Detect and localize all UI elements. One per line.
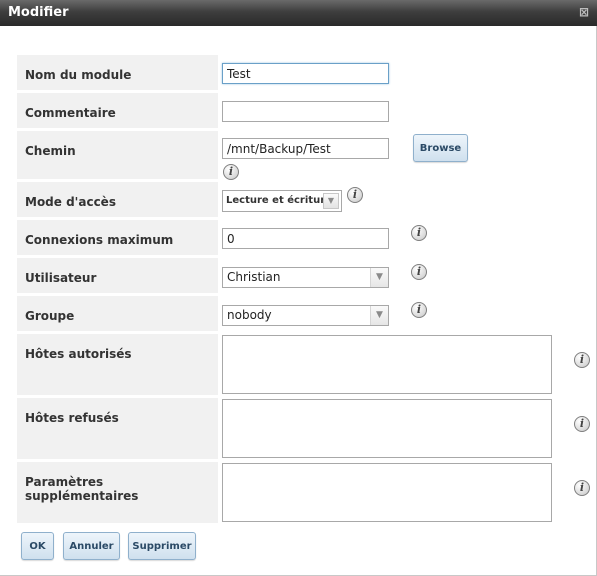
hosts-deny-textarea[interactable] [222,399,552,458]
delete-button[interactable]: Supprimer [128,532,196,560]
group-value-cell: nobody ▼ i [218,296,588,331]
path-label: Chemin [25,144,76,158]
user-value-cell: Christian ▼ i [218,258,588,293]
path-label-cell: Chemin [17,131,218,179]
group-label-cell: Groupe [17,296,218,331]
row-hosts-deny: Hôtes refusés i [17,398,590,459]
user-value: Christian [227,270,281,284]
access-mode-label: Mode d'accès [25,195,116,209]
hosts-allow-value-cell: i [218,334,590,395]
extra-params-info-icon[interactable]: i [574,480,590,496]
user-label: Utilisateur [25,271,97,285]
chevron-down-icon: ▼ [370,268,388,287]
module-name-label-cell: Nom du module [17,55,218,90]
module-name-label: Nom du module [25,68,132,82]
row-extra-params: Paramètres supplémentaires i [17,462,590,523]
user-label-cell: Utilisateur [17,258,218,293]
comment-value-cell [218,93,588,128]
module-form: Nom du module Commentaire Chemin Browse … [17,52,590,526]
row-max-connections: Connexions maximum i [17,220,588,255]
max-connections-label-cell: Connexions maximum [17,220,218,255]
path-info-icon[interactable]: i [223,164,239,180]
dialog-title-bar: Modifier ⊠ [0,0,597,26]
access-mode-select[interactable]: Lecture et écriture ▼ [222,190,342,212]
chevron-down-icon: ▼ [370,306,388,325]
max-connections-value-cell: i [218,220,588,255]
extra-params-textarea[interactable] [222,463,552,522]
hosts-deny-info-icon[interactable]: i [574,416,590,432]
hosts-deny-label-cell: Hôtes refusés [17,398,218,459]
hosts-deny-value-cell: i [218,398,590,459]
comment-label: Commentaire [25,106,116,120]
modifier-dialog: Modifier ⊠ Nom du module Commentaire Che… [0,0,597,576]
comment-label-cell: Commentaire [17,93,218,128]
max-connections-info-icon[interactable]: i [411,225,427,241]
row-module-name: Nom du module [17,55,588,90]
row-user: Utilisateur Christian ▼ i [17,258,588,293]
dialog-title: Modifier [8,5,69,20]
row-hosts-allow: Hôtes autorisés i [17,334,590,395]
row-comment: Commentaire [17,93,588,128]
comment-input[interactable] [222,101,389,122]
row-path: Chemin Browse i [17,131,588,180]
extra-params-label: Paramètres supplémentaires [25,475,139,503]
user-select[interactable]: Christian ▼ [222,267,389,288]
extra-params-label-cell: Paramètres supplémentaires [17,462,218,523]
group-select[interactable]: nobody ▼ [222,305,389,326]
browse-button[interactable]: Browse [413,134,468,162]
group-label: Groupe [25,309,75,323]
close-icon[interactable]: ⊠ [578,6,590,18]
group-value: nobody [227,308,272,322]
row-group: Groupe nobody ▼ i [17,296,588,331]
max-connections-label: Connexions maximum [25,233,174,247]
access-mode-info-icon[interactable]: i [347,187,363,203]
module-name-value-cell [218,55,588,90]
hosts-allow-label-cell: Hôtes autorisés [17,334,218,395]
access-mode-value: Lecture et écriture [226,195,332,206]
access-mode-value-cell: Lecture et écriture ▼ i [218,182,588,217]
row-access-mode: Mode d'accès Lecture et écriture ▼ i [17,182,588,217]
extra-params-value-cell: i [218,462,590,523]
max-connections-input[interactable] [222,228,389,249]
cancel-button[interactable]: Annuler [63,532,120,560]
path-input[interactable] [222,138,389,159]
access-mode-label-cell: Mode d'accès [17,182,218,217]
hosts-allow-info-icon[interactable]: i [574,352,590,368]
hosts-allow-label: Hôtes autorisés [25,347,132,361]
group-info-icon[interactable]: i [411,302,427,318]
ok-button[interactable]: OK [21,532,54,560]
path-value-cell: Browse i [218,131,588,180]
chevron-down-icon: ▼ [323,193,339,209]
module-name-input[interactable] [222,63,389,84]
hosts-deny-label: Hôtes refusés [25,411,119,425]
hosts-allow-textarea[interactable] [222,335,552,394]
user-info-icon[interactable]: i [411,264,427,280]
